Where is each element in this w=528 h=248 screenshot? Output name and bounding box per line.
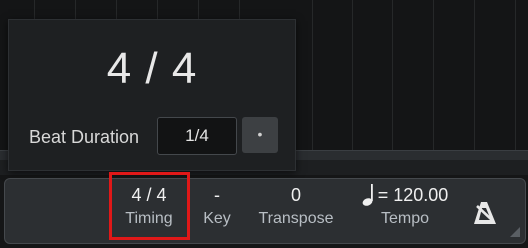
time-signature-display[interactable]: 4 / 4 [9,44,295,94]
timing-highlight-box [109,172,190,240]
transpose-label: Transpose [258,210,334,227]
tempo-control[interactable]: = 120.00 Tempo [353,182,457,230]
grid-line [392,0,393,150]
song-control-bar: 4 / 4 Timing - Key 0 Transpose = 120.00 … [4,178,526,244]
time-signature-popup: 4 / 4 Beat Duration 1/4 • [8,19,296,171]
key-value: - [214,185,220,205]
grid-line [352,0,353,150]
transpose-control[interactable]: 0 Transpose [248,182,344,230]
tempo-value-row: = 120.00 [353,182,457,208]
resize-grip-icon[interactable] [510,224,520,237]
beat-duration-label: Beat Duration [29,127,140,147]
key-label: Key [203,210,231,227]
grid-line [515,0,516,150]
key-control[interactable]: - Key [200,182,234,230]
grid-line [433,0,434,150]
grid-line [474,0,475,150]
quarter-note-icon [362,183,374,207]
dotted-note-button[interactable]: • [242,117,278,153]
grid-line [312,0,313,150]
beat-duration-field[interactable]: 1/4 [157,117,237,155]
tempo-label: Tempo [380,210,430,227]
transpose-value: 0 [290,185,301,205]
metronome-icon[interactable] [470,198,500,226]
tempo-value: = 120.00 [377,185,449,205]
